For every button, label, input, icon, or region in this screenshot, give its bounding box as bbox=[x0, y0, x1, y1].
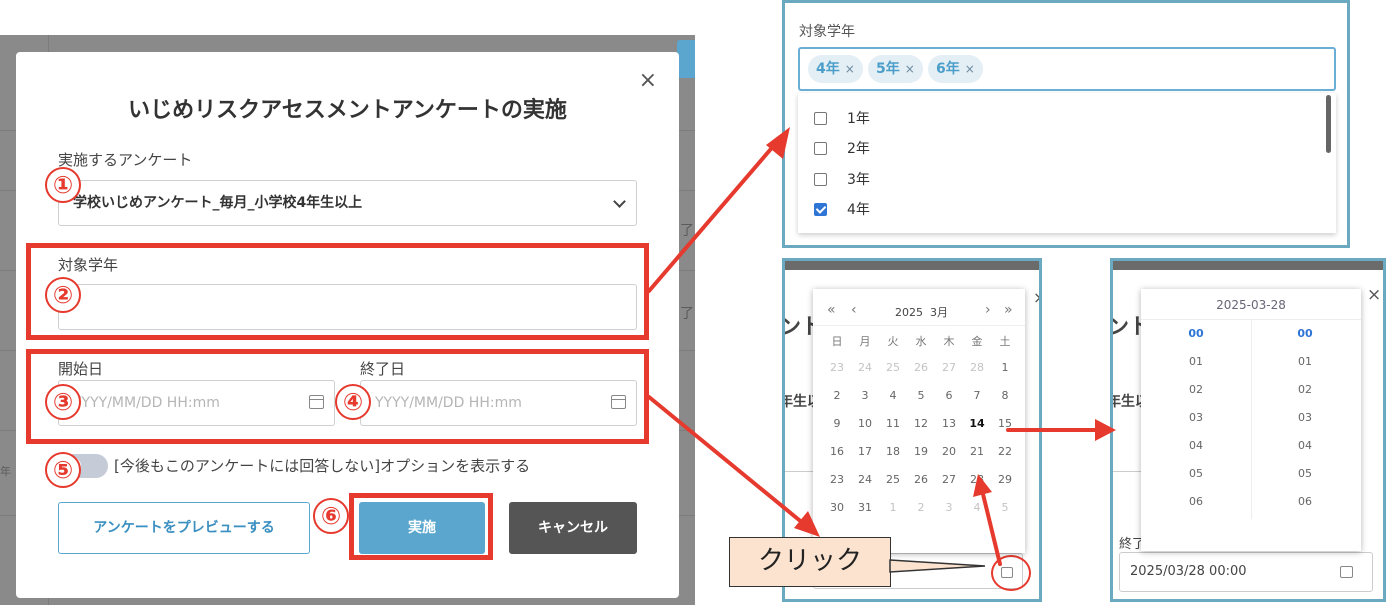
callout-pointer bbox=[889, 559, 986, 573]
annotation-arrows bbox=[647, 127, 1116, 573]
arrow-head bbox=[1095, 419, 1116, 441]
arrow-to-date-28 bbox=[980, 488, 1002, 566]
arrow-head bbox=[794, 511, 820, 537]
arrow-to-calendar-panel bbox=[647, 395, 806, 526]
arrow-head bbox=[973, 474, 992, 497]
arrow-head bbox=[766, 127, 790, 159]
arrow-to-grade-panel bbox=[647, 141, 778, 293]
